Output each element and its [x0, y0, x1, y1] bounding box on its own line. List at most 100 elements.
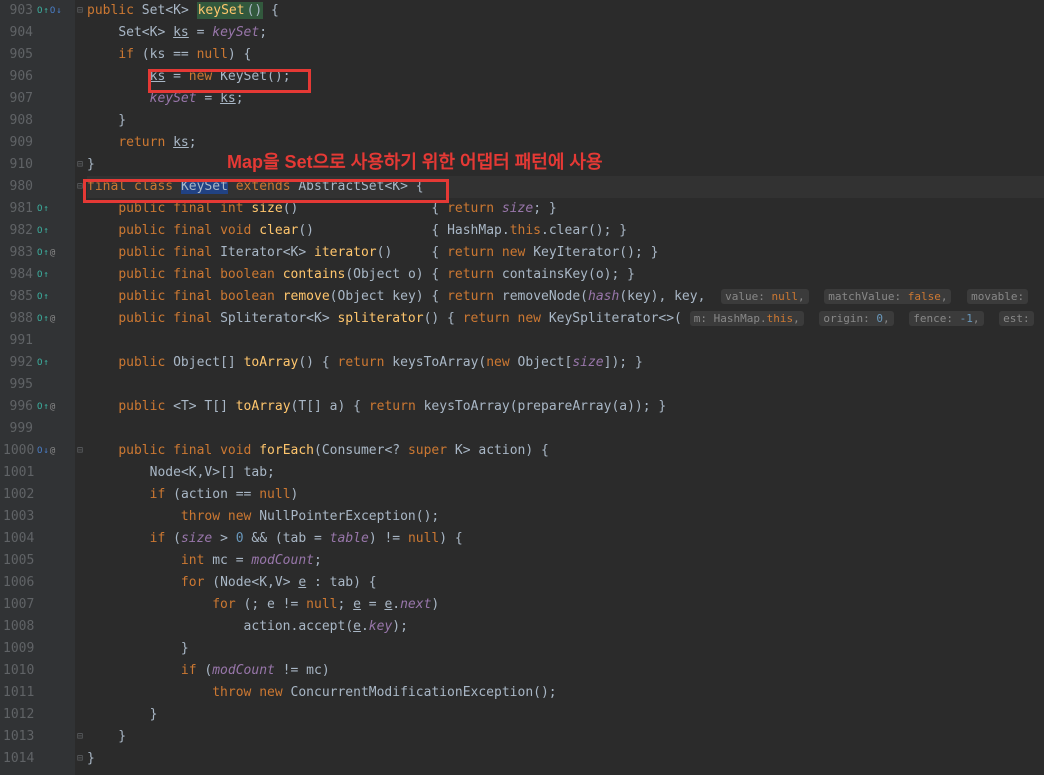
override-icon[interactable]: O	[37, 242, 42, 264]
fold-icon[interactable]: ⊟	[77, 0, 83, 22]
code-line[interactable]: public Object[] toArray() { return keysT…	[87, 352, 1044, 374]
override-arrow-icon[interactable]: ↑	[43, 264, 48, 286]
annotation-icon[interactable]: @	[50, 242, 55, 264]
gutter-line[interactable]: 1014	[0, 748, 75, 770]
code-line[interactable]: public final boolean remove(Object key) …	[87, 286, 1044, 308]
code-line[interactable]: int mc = modCount;	[87, 550, 1044, 572]
gutter-line[interactable]: 903O↑O↓	[0, 0, 75, 22]
gutter-line[interactable]: 996O↑@	[0, 396, 75, 418]
gutter-line[interactable]: 980	[0, 176, 75, 198]
gutter-line[interactable]: 906	[0, 66, 75, 88]
override-icon[interactable]: O	[37, 220, 42, 242]
override-icon[interactable]: O	[37, 264, 42, 286]
implement-arrow-icon[interactable]: ↓	[43, 440, 48, 462]
code-line[interactable]: if (action == null)	[87, 484, 1044, 506]
gutter-line[interactable]: 907	[0, 88, 75, 110]
gutter-line[interactable]: 1001	[0, 462, 75, 484]
gutter-line[interactable]: 984O↑	[0, 264, 75, 286]
override-icon[interactable]: O	[37, 396, 42, 418]
fold-icon[interactable]: ⊟	[77, 440, 83, 462]
gutter-line[interactable]: 905	[0, 44, 75, 66]
override-arrow-icon[interactable]: ↑	[43, 198, 48, 220]
override-icon[interactable]: O	[37, 352, 42, 374]
gutter-line[interactable]: 1010	[0, 660, 75, 682]
code-line[interactable]: if (ks == null) {	[87, 44, 1044, 66]
implement-icon[interactable]: O	[37, 440, 42, 462]
override-arrow-icon[interactable]: ↑	[43, 220, 48, 242]
code-line[interactable]: public final Spliterator<K> spliterator(…	[87, 308, 1044, 330]
fold-end-icon[interactable]: ⊟	[77, 726, 83, 748]
code-line[interactable]	[87, 418, 1044, 440]
gutter-line[interactable]: 910	[0, 154, 75, 176]
gutter-line[interactable]: 1012	[0, 704, 75, 726]
annotation-icon[interactable]: @	[50, 440, 55, 462]
implement-icon[interactable]: O	[50, 0, 55, 22]
gutter-line[interactable]: 992O↑	[0, 352, 75, 374]
gutter-line[interactable]: 1000O↓@	[0, 440, 75, 462]
code-line[interactable]: }	[87, 110, 1044, 132]
code-line[interactable]	[87, 330, 1044, 352]
code-line[interactable]: for (Node<K,V> e : tab) {	[87, 572, 1044, 594]
fold-icon[interactable]: ⊟	[77, 176, 83, 198]
code-line[interactable]: }	[87, 704, 1044, 726]
code-line[interactable]: public final Iterator<K> iterator() { re…	[87, 242, 1044, 264]
implement-arrow-icon[interactable]: ↓	[56, 0, 61, 22]
code-line[interactable]: public <T> T[] toArray(T[] a) { return k…	[87, 396, 1044, 418]
code-line[interactable]: if (modCount != mc)	[87, 660, 1044, 682]
override-icon[interactable]: O	[37, 286, 42, 308]
annotation-icon[interactable]: @	[50, 308, 55, 330]
gutter-line[interactable]: 1009	[0, 638, 75, 660]
gutter-line[interactable]: 1003	[0, 506, 75, 528]
gutter-line[interactable]: 983O↑@	[0, 242, 75, 264]
annotation-icon[interactable]: @	[50, 396, 55, 418]
override-arrow-icon[interactable]: ↑	[43, 0, 48, 22]
gutter-line[interactable]: 982O↑	[0, 220, 75, 242]
gutter-line[interactable]: 985O↑	[0, 286, 75, 308]
gutter-line[interactable]: 1011	[0, 682, 75, 704]
override-icon[interactable]: O	[37, 198, 42, 220]
gutter-line[interactable]: 1002	[0, 484, 75, 506]
code-line[interactable]: }	[87, 638, 1044, 660]
override-arrow-icon[interactable]: ↑	[43, 242, 48, 264]
gutter-line[interactable]: 981O↑	[0, 198, 75, 220]
override-arrow-icon[interactable]: ↑	[43, 308, 48, 330]
override-icon[interactable]: O	[37, 308, 42, 330]
code-line[interactable]: ⊟public Set<K> keySet() {	[87, 0, 1044, 22]
override-arrow-icon[interactable]: ↑	[43, 286, 48, 308]
code-line[interactable]: throw new NullPointerException();	[87, 506, 1044, 528]
gutter-line[interactable]: 991	[0, 330, 75, 352]
gutter-line[interactable]: 1006	[0, 572, 75, 594]
gutter-line[interactable]: 999	[0, 418, 75, 440]
gutter-line[interactable]: 1013	[0, 726, 75, 748]
gutter-line[interactable]: 1008	[0, 616, 75, 638]
gutter-line[interactable]: 904	[0, 22, 75, 44]
gutter-line[interactable]: 908	[0, 110, 75, 132]
code-line[interactable]: Set<K> ks = keySet;	[87, 22, 1044, 44]
code-line[interactable]: throw new ConcurrentModificationExceptio…	[87, 682, 1044, 704]
override-arrow-icon[interactable]: ↑	[43, 352, 48, 374]
code-line[interactable]: public final int size() { return size; }	[87, 198, 1044, 220]
gutter-line[interactable]: 1004	[0, 528, 75, 550]
gutter-line[interactable]: 1007	[0, 594, 75, 616]
override-icon[interactable]: O	[37, 0, 42, 22]
code-line[interactable]: ks = new KeySet();	[87, 66, 1044, 88]
gutter-line[interactable]: 909	[0, 132, 75, 154]
code-line[interactable]: public final boolean contains(Object o) …	[87, 264, 1044, 286]
gutter-line[interactable]: 995	[0, 374, 75, 396]
code-line[interactable]: for (; e != null; e = e.next)	[87, 594, 1044, 616]
code-line[interactable]: ⊟}	[87, 748, 1044, 770]
gutter-line[interactable]: 1005	[0, 550, 75, 572]
override-arrow-icon[interactable]: ↑	[43, 396, 48, 418]
code-line[interactable]: keySet = ks;	[87, 88, 1044, 110]
code-line[interactable]	[87, 374, 1044, 396]
code-line[interactable]: if (size > 0 && (tab = table) != null) {	[87, 528, 1044, 550]
gutter-line[interactable]: 988O↑@	[0, 308, 75, 330]
code-line[interactable]: ⊟ public final void forEach(Consumer<? s…	[87, 440, 1044, 462]
code-line[interactable]: public final void clear() { HashMap.this…	[87, 220, 1044, 242]
code-line[interactable]: Node<K,V>[] tab;	[87, 462, 1044, 484]
code-line-highlighted[interactable]: ⊟final class KeySet extends AbstractSet<…	[87, 176, 1044, 198]
code-line[interactable]: ⊟ }	[87, 726, 1044, 748]
fold-end-icon[interactable]: ⊟	[77, 154, 83, 176]
fold-end-icon[interactable]: ⊟	[77, 748, 83, 770]
code-area[interactable]: ⊟public Set<K> keySet() { Set<K> ks = ke…	[75, 0, 1044, 775]
